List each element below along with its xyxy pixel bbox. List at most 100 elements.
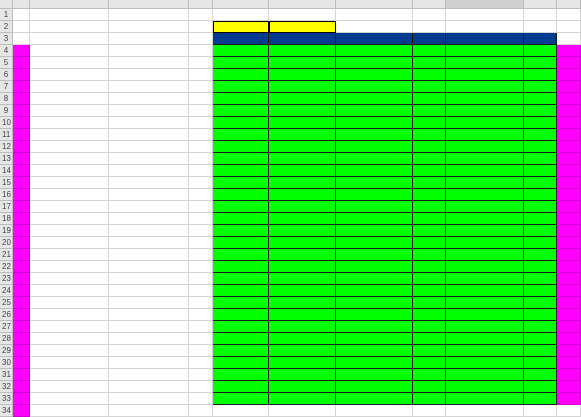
metric-cell-h[interactable] xyxy=(413,105,446,117)
cell-d[interactable] xyxy=(189,141,213,153)
metric-cell-f[interactable] xyxy=(269,261,336,273)
cell-d[interactable] xyxy=(189,201,213,213)
metric-cell-h[interactable] xyxy=(413,369,446,381)
metric-cell-f[interactable] xyxy=(269,309,336,321)
cell-d[interactable] xyxy=(189,321,213,333)
column-header-g[interactable] xyxy=(336,0,413,9)
metric-cell-f[interactable] xyxy=(269,297,336,309)
metric-cell-h[interactable] xyxy=(413,117,446,129)
metric-cell-f[interactable] xyxy=(269,213,336,225)
metric-cell-i[interactable] xyxy=(446,273,524,285)
row-number[interactable]: 13 xyxy=(0,153,13,165)
metric-cell-g[interactable] xyxy=(336,345,413,357)
row-number[interactable]: 27 xyxy=(0,321,13,333)
cell[interactable] xyxy=(13,21,30,33)
row-number[interactable]: 23 xyxy=(0,273,13,285)
metric-cell-g[interactable] xyxy=(336,81,413,93)
metric-cell-g[interactable] xyxy=(336,225,413,237)
row-number[interactable]: 32 xyxy=(0,381,13,393)
cell-b[interactable] xyxy=(30,189,109,201)
cell[interactable] xyxy=(189,33,213,45)
cell-c[interactable] xyxy=(109,189,189,201)
cell-b[interactable] xyxy=(30,249,109,261)
index-cell[interactable] xyxy=(13,93,30,105)
metric-cell-i[interactable] xyxy=(446,69,524,81)
index-cell[interactable] xyxy=(13,117,30,129)
cell-d[interactable] xyxy=(189,237,213,249)
cell-b[interactable] xyxy=(30,141,109,153)
metric-cell-j[interactable] xyxy=(524,93,557,105)
metric-cell-j[interactable] xyxy=(524,369,557,381)
index-cell[interactable] xyxy=(13,69,30,81)
metric-cell-j[interactable] xyxy=(524,129,557,141)
index-cell[interactable] xyxy=(557,249,581,261)
metric-cell-j[interactable] xyxy=(524,309,557,321)
index-cell[interactable] xyxy=(557,237,581,249)
index-cell[interactable] xyxy=(13,393,30,405)
cell-d[interactable] xyxy=(189,381,213,393)
column-header-e[interactable] xyxy=(213,0,269,9)
row-number[interactable]: 19 xyxy=(0,225,13,237)
metric-cell-i[interactable] xyxy=(446,345,524,357)
metric-cell-f[interactable] xyxy=(269,225,336,237)
cell-d[interactable] xyxy=(189,153,213,165)
metric-cell-g[interactable] xyxy=(336,321,413,333)
metric-cell-f[interactable] xyxy=(269,285,336,297)
cell-d[interactable] xyxy=(189,285,213,297)
metric-cell-e[interactable] xyxy=(213,321,269,333)
metric-cell-h[interactable] xyxy=(413,285,446,297)
index-cell[interactable] xyxy=(13,141,30,153)
cell-d[interactable] xyxy=(189,117,213,129)
row-number[interactable]: 18 xyxy=(0,213,13,225)
row-number[interactable]: 33 xyxy=(0,393,13,405)
cell[interactable] xyxy=(109,33,189,45)
metric-cell-g[interactable] xyxy=(336,237,413,249)
cell-b[interactable] xyxy=(30,285,109,297)
metric-cell-h[interactable] xyxy=(413,141,446,153)
metric-cell-i[interactable] xyxy=(446,321,524,333)
metric-cell-j[interactable] xyxy=(524,177,557,189)
metric-cell-j[interactable] xyxy=(524,237,557,249)
metric-cell-j[interactable] xyxy=(524,249,557,261)
metric-cell-h[interactable] xyxy=(413,237,446,249)
metric-cell-g[interactable] xyxy=(336,249,413,261)
metric-cell-e[interactable] xyxy=(213,273,269,285)
metric-cell-f[interactable] xyxy=(269,345,336,357)
cell-d[interactable] xyxy=(189,213,213,225)
metric-cell-h[interactable] xyxy=(413,57,446,69)
cell-b[interactable] xyxy=(30,345,109,357)
index-cell[interactable] xyxy=(557,69,581,81)
index-cell[interactable] xyxy=(13,225,30,237)
metric-cell-f[interactable] xyxy=(269,129,336,141)
metric-cell-j[interactable] xyxy=(524,381,557,393)
row-number[interactable]: 16 xyxy=(0,189,13,201)
metric-cell-i[interactable] xyxy=(446,357,524,369)
row-number[interactable]: 30 xyxy=(0,357,13,369)
metric-cell-j[interactable] xyxy=(524,393,557,405)
cell-d[interactable] xyxy=(189,297,213,309)
cell-b[interactable] xyxy=(30,357,109,369)
cell-d[interactable] xyxy=(189,129,213,141)
cell[interactable] xyxy=(13,9,30,21)
metric-cell-f[interactable] xyxy=(269,57,336,69)
cell-c[interactable] xyxy=(109,93,189,105)
index-cell[interactable] xyxy=(557,105,581,117)
metric-cell-j[interactable] xyxy=(524,261,557,273)
metric-cell-g[interactable] xyxy=(336,273,413,285)
cell-c[interactable] xyxy=(109,357,189,369)
cell[interactable] xyxy=(189,9,213,21)
cell-d[interactable] xyxy=(189,69,213,81)
metric-cell-i[interactable] xyxy=(446,201,524,213)
metric-cell-i[interactable] xyxy=(446,261,524,273)
column-header-a[interactable] xyxy=(13,0,30,9)
metric-cell-h[interactable] xyxy=(413,381,446,393)
metric-cell-g[interactable] xyxy=(336,369,413,381)
cell-b[interactable] xyxy=(30,237,109,249)
cell-c[interactable] xyxy=(109,213,189,225)
metric-cell-i[interactable] xyxy=(446,237,524,249)
cell-d[interactable] xyxy=(189,393,213,405)
cell-b[interactable] xyxy=(30,57,109,69)
cell-c[interactable] xyxy=(109,297,189,309)
index-cell[interactable] xyxy=(13,273,30,285)
metric-cell-f[interactable] xyxy=(269,201,336,213)
